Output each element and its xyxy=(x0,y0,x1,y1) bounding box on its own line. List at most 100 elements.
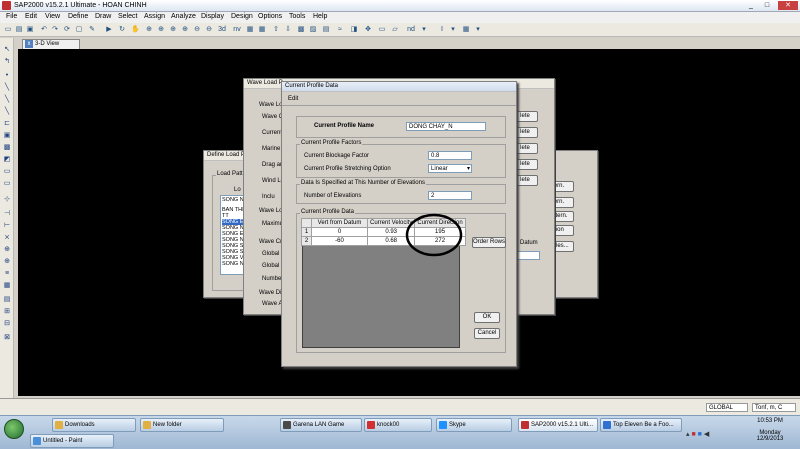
tray-network-icon[interactable]: ■ xyxy=(698,431,702,438)
snap7-icon[interactable]: ⊟ xyxy=(3,320,11,328)
arrow-down-icon[interactable]: ⇩ xyxy=(284,26,292,34)
menu-analyze[interactable]: Analyze xyxy=(171,13,196,20)
table-icon[interactable]: ▤ xyxy=(322,26,330,34)
frame-forces-icon[interactable]: ◨ xyxy=(350,26,358,34)
ok-button[interactable]: OK xyxy=(474,312,500,323)
select-all-icon[interactable]: ⊹ xyxy=(3,196,11,204)
zoom-in-icon[interactable]: ⊕ xyxy=(181,26,189,34)
snap-icon[interactable]: ⊕ xyxy=(3,246,11,254)
xz-view-icon[interactable]: ▦ xyxy=(246,26,254,34)
deformed-icon[interactable]: ≈ xyxy=(336,26,344,34)
menu-view[interactable]: View xyxy=(45,13,60,20)
taskbar-item[interactable]: knock00 xyxy=(364,418,432,432)
menu-file[interactable]: File xyxy=(6,13,17,20)
cell-vert[interactable]: 0 xyxy=(311,227,368,237)
taskbar-item-active[interactable]: SAP2000 v15.2.1 Ulti... xyxy=(518,418,598,432)
cancel-button[interactable]: Cancel xyxy=(474,328,500,339)
tab-3d-view[interactable]: x 3-D View xyxy=(22,39,80,49)
menu-options[interactable]: Options xyxy=(258,13,282,20)
chevron-down-icon[interactable]: ▾ xyxy=(467,165,470,172)
menu-design[interactable]: Design xyxy=(231,13,253,20)
undo-icon[interactable]: ↶ xyxy=(40,26,48,34)
taskbar-item[interactable]: Garena LAN Game xyxy=(280,418,362,432)
taskbar-item[interactable]: New folder xyxy=(140,418,224,432)
redo-icon[interactable]: ↷ xyxy=(51,26,59,34)
options-dropdown-icon[interactable]: ▾ xyxy=(420,26,428,34)
blockage-input[interactable]: 0.8 xyxy=(428,151,472,160)
taskbar-item[interactable]: Downloads xyxy=(52,418,136,432)
zoom-full-icon[interactable]: ⊕ xyxy=(157,26,165,34)
area2-icon[interactable]: ▩ xyxy=(3,144,11,152)
run-icon[interactable]: ▶ xyxy=(105,26,113,34)
units-select[interactable]: Tonf, m, C xyxy=(752,403,796,412)
dropdown-icon[interactable]: ▾ xyxy=(449,26,457,34)
pencil-icon[interactable]: ✎ xyxy=(88,26,96,34)
properties-icon[interactable]: ▱ xyxy=(391,26,399,34)
menu-define[interactable]: Define xyxy=(68,13,88,20)
coord-system-select[interactable]: GLOBAL xyxy=(706,403,748,412)
system-clock[interactable]: 10:53 PM Monday 12/9/2013 xyxy=(742,418,798,442)
nv-label[interactable]: nv xyxy=(232,26,242,34)
pointer-icon[interactable]: ↖ xyxy=(3,46,11,54)
chart-icon[interactable]: ▨ xyxy=(309,26,317,34)
close-button[interactable]: ✕ xyxy=(778,1,798,10)
taskbar-item[interactable]: Top Eleven Be a Foo... xyxy=(600,418,682,432)
taskbar-item[interactable]: Skype xyxy=(436,418,512,432)
snap2-icon[interactable]: ⊕ xyxy=(3,258,11,266)
profile-name-input[interactable]: DONG CHAY_N xyxy=(406,122,486,131)
intersect-icon[interactable]: ⨯ xyxy=(3,234,11,242)
section-icon[interactable]: ▭ xyxy=(378,26,386,34)
menu-edit[interactable]: Edit xyxy=(25,13,37,20)
zoom-prev-icon[interactable]: ⊕ xyxy=(169,26,177,34)
zoom-out-icon[interactable]: ⊖ xyxy=(193,26,201,34)
rotate-icon[interactable]: ↻ xyxy=(118,26,126,34)
refresh-icon[interactable]: ⟳ xyxy=(63,26,71,34)
snap6-icon[interactable]: ⊞ xyxy=(3,308,11,316)
frame-icon[interactable]: ╲ xyxy=(3,84,11,92)
select-clear-icon[interactable]: ⊢ xyxy=(3,222,11,230)
reshape-icon[interactable]: ↰ xyxy=(3,58,11,66)
solid2-icon[interactable]: ▭ xyxy=(3,180,11,188)
frame2-icon[interactable]: ╲ xyxy=(3,96,11,104)
joint-icon[interactable]: • xyxy=(3,72,11,80)
menu-assign[interactable]: Assign xyxy=(144,13,165,20)
link-icon[interactable]: ⊏ xyxy=(3,120,11,128)
col-header[interactable]: Vert from Datum xyxy=(311,218,368,228)
menu-select[interactable]: Select xyxy=(118,13,137,20)
order-rows-button[interactable]: Order Rows xyxy=(472,237,506,248)
grid-icon[interactable]: ▦ xyxy=(462,26,470,34)
area3-icon[interactable]: ◩ xyxy=(3,156,11,164)
tray-volume-icon[interactable]: ◀ xyxy=(704,431,709,438)
snap8-icon[interactable]: ⊠ xyxy=(3,334,11,342)
select-prev-icon[interactable]: ⊣ xyxy=(3,210,11,218)
snap5-icon[interactable]: ▤ xyxy=(3,296,11,304)
new-icon[interactable]: ▭ xyxy=(4,26,12,34)
nd-label[interactable]: nd xyxy=(406,26,416,34)
tray-app-icon[interactable]: ■ xyxy=(691,431,695,438)
3d-view-icon[interactable]: 3d xyxy=(218,26,226,34)
dropdown2-icon[interactable]: ▾ xyxy=(474,26,482,34)
maximize-button[interactable]: □ xyxy=(760,1,774,10)
cable-icon[interactable]: ╲ xyxy=(3,108,11,116)
menu-tools[interactable]: Tools xyxy=(289,13,305,20)
cell-vert[interactable]: -60 xyxy=(311,236,368,246)
pan-icon[interactable]: ✋ xyxy=(131,26,140,34)
xy-view-icon[interactable]: ▦ xyxy=(258,26,266,34)
close-view-icon[interactable]: x xyxy=(25,40,33,48)
stretch-select[interactable]: Linear ▾ xyxy=(428,164,472,173)
menu-draw[interactable]: Draw xyxy=(95,13,111,20)
save-icon[interactable]: ▣ xyxy=(26,26,34,34)
num-elev-input[interactable]: 2 xyxy=(428,191,472,200)
arrow-up-icon[interactable]: ⇧ xyxy=(272,26,280,34)
solid-icon[interactable]: ▭ xyxy=(3,168,11,176)
area-icon[interactable]: ▣ xyxy=(3,132,11,140)
display-icon[interactable]: ▩ xyxy=(297,26,305,34)
snap3-icon[interactable]: ≡ xyxy=(3,270,11,278)
zoom-rect-icon[interactable]: ⊕ xyxy=(145,26,153,34)
move-icon[interactable]: ✥ xyxy=(364,26,372,34)
tray-up-icon[interactable]: ▴ xyxy=(686,431,690,438)
menu-display[interactable]: Display xyxy=(201,13,224,20)
ibeam-icon[interactable]: I xyxy=(438,26,446,34)
zoom-pan-icon[interactable]: ⊖ xyxy=(205,26,213,34)
start-button[interactable] xyxy=(4,419,24,439)
